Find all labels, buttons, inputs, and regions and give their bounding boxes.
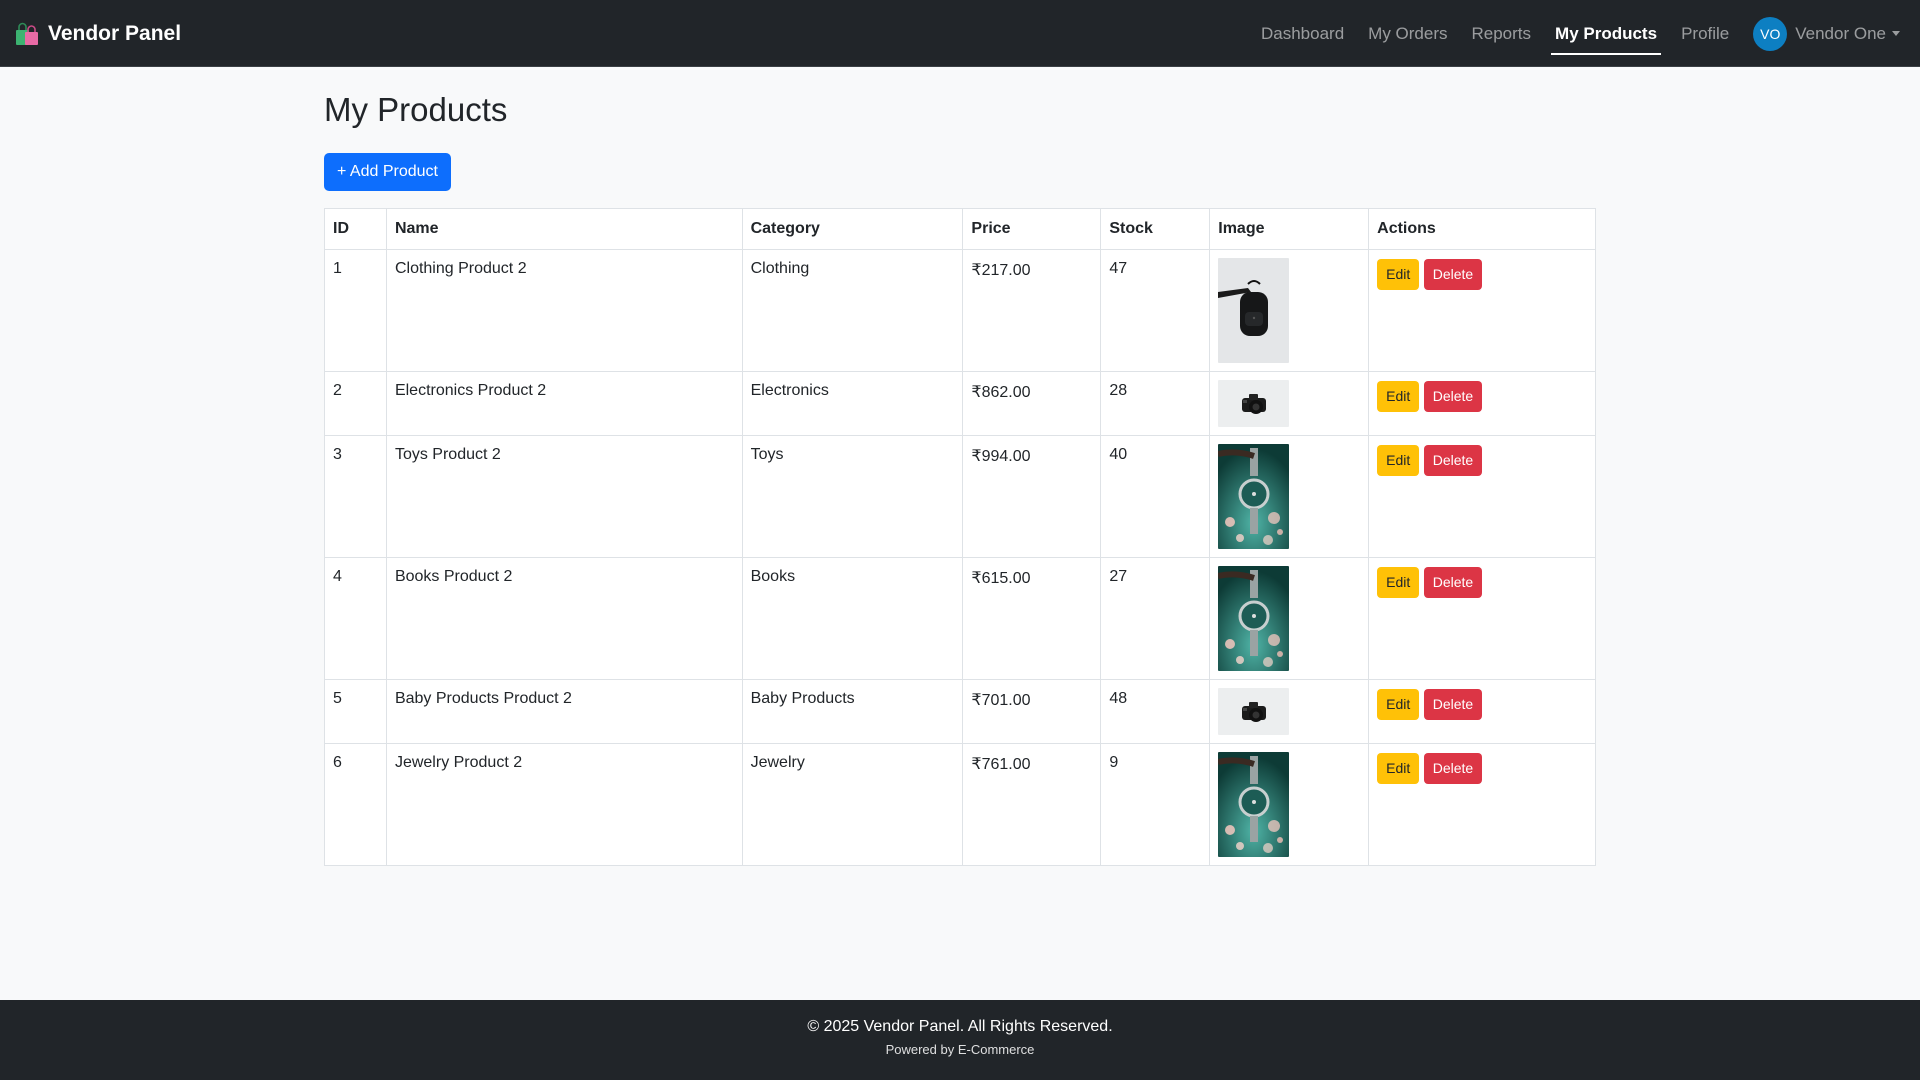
table-row: 4 Books Product 2 Books ₹615.00 27 Edit Dele… [324, 556, 1596, 680]
product-image-watch [1218, 751, 1290, 857]
table-header-row: ID Name Category Price Stock Image Actio… [324, 207, 1596, 250]
column-header-id: ID [324, 207, 387, 250]
table-row: 5 Baby Products Product 2 Baby Products ₹70… [324, 678, 1596, 744]
nav-link-dashboard[interactable]: Dashboard [1249, 0, 1356, 67]
table-row: 3 Toys Product 2 Toys ₹994.00 40 Edit Delete [324, 434, 1596, 558]
edit-button[interactable]: Edit [1377, 688, 1420, 720]
cell-category: Electronics [741, 370, 964, 436]
top-navbar: Vendor Panel Dashboard My Orders Reports… [0, 0, 1920, 67]
products-table-body: 1 Clothing Product 2 Clothing ₹217.00 47 Edi… [324, 248, 1596, 866]
edit-button[interactable]: Edit [1377, 258, 1420, 290]
column-header-actions: Actions [1368, 207, 1596, 250]
cell-stock: 48 [1100, 678, 1211, 744]
cell-price: ₹862.00 [962, 370, 1102, 436]
cell-id: 6 [324, 742, 387, 866]
cell-stock: 40 [1100, 434, 1211, 558]
product-image-watch [1218, 443, 1290, 549]
product-image-watch [1218, 565, 1290, 671]
cell-category: Baby Products [741, 678, 964, 744]
products-table: ID Name Category Price Stock Image Actio… [324, 207, 1596, 866]
cell-stock: 27 [1100, 556, 1211, 680]
nav-link-profile[interactable]: Profile [1669, 0, 1741, 67]
cell-stock: 28 [1100, 370, 1211, 436]
footer: © 2025 Vendor Panel. All Rights Reserved… [0, 1000, 1920, 1080]
cell-actions: Edit Delete [1368, 742, 1596, 866]
table-row: 2 Electronics Product 2 Electronics ₹862.00… [324, 370, 1596, 436]
cell-image [1209, 742, 1370, 866]
nav-link-reports[interactable]: Reports [1460, 0, 1544, 67]
edit-button[interactable]: Edit [1377, 752, 1420, 784]
cell-category: Clothing [741, 248, 964, 372]
page-title: My Products [324, 91, 508, 128]
delete-button[interactable]: Delete [1423, 688, 1483, 720]
cell-actions: Edit Delete [1368, 556, 1596, 680]
cell-actions: Edit Delete [1368, 370, 1596, 436]
cell-price: ₹761.00 [962, 742, 1102, 866]
cell-image [1209, 434, 1370, 558]
table-row: 6 Jewelry Product 2 Jewelry ₹761.00 9 Edit D… [324, 742, 1596, 866]
brand-link[interactable]: Vendor Panel [14, 0, 181, 67]
cell-stock: 9 [1100, 742, 1211, 866]
footer-copyright: © 2025 Vendor Panel. All Rights Reserved… [807, 1018, 1113, 1035]
cell-name: Books Product 2 [385, 556, 743, 680]
main-content: My Products + Add Product ID Name Catego… [324, 67, 1596, 866]
cell-id: 5 [324, 678, 387, 744]
cell-image [1209, 678, 1370, 744]
brand-title: Vendor Panel [48, 21, 182, 45]
cell-name: Baby Products Product 2 [385, 678, 743, 744]
product-image-camera [1218, 687, 1290, 735]
cell-id: 4 [324, 556, 387, 680]
user-name: Vendor One [1795, 23, 1886, 43]
nav-link-my-products[interactable]: My Products [1543, 0, 1669, 67]
cell-price: ₹217.00 [962, 248, 1102, 372]
column-header-image: Image [1209, 207, 1370, 250]
cell-id: 1 [324, 248, 387, 372]
cell-name: Electronics Product 2 [385, 370, 743, 436]
cell-actions: Edit Delete [1368, 678, 1596, 744]
footer-powered-by: Powered by E-Commerce [885, 1042, 1035, 1057]
caret-down-icon [1892, 31, 1900, 36]
avatar: VO [1753, 16, 1788, 51]
cell-name: Clothing Product 2 [385, 248, 743, 372]
nav-link-my-orders[interactable]: My Orders [1356, 0, 1459, 67]
cell-category: Jewelry [741, 742, 964, 866]
cell-price: ₹994.00 [962, 434, 1102, 558]
delete-button[interactable]: Delete [1423, 258, 1483, 290]
cell-stock: 47 [1100, 248, 1211, 372]
add-product-button[interactable]: + Add Product [324, 152, 451, 191]
cell-id: 2 [324, 370, 387, 436]
shopping-bags-icon [16, 22, 38, 45]
delete-button[interactable]: Delete [1423, 752, 1483, 784]
user-menu-toggle[interactable]: VO Vendor One [1741, 0, 1920, 67]
column-header-stock: Stock [1100, 207, 1211, 250]
edit-button[interactable]: Edit [1377, 380, 1420, 412]
nav-links: Dashboard My Orders Reports My Products … [1249, 0, 1920, 67]
product-image-backpack [1218, 257, 1290, 363]
edit-button[interactable]: Edit [1377, 566, 1420, 598]
table-row: 1 Clothing Product 2 Clothing ₹217.00 47 Edi… [324, 248, 1596, 372]
column-header-name: Name [385, 207, 743, 250]
cell-id: 3 [324, 434, 387, 558]
cell-image [1209, 370, 1370, 436]
cell-price: ₹615.00 [962, 556, 1102, 680]
cell-image [1209, 556, 1370, 680]
cell-actions: Edit Delete [1368, 434, 1596, 558]
edit-button[interactable]: Edit [1377, 444, 1420, 476]
column-header-price: Price [962, 207, 1102, 250]
cell-price: ₹701.00 [962, 678, 1102, 744]
delete-button[interactable]: Delete [1423, 444, 1483, 476]
cell-name: Toys Product 2 [385, 434, 743, 558]
cell-actions: Edit Delete [1368, 248, 1596, 372]
delete-button[interactable]: Delete [1423, 380, 1483, 412]
cell-image [1209, 248, 1370, 372]
column-header-category: Category [741, 207, 964, 250]
delete-button[interactable]: Delete [1423, 566, 1483, 598]
product-image-camera [1218, 379, 1290, 427]
cell-category: Books [741, 556, 964, 680]
cell-name: Jewelry Product 2 [385, 742, 743, 866]
cell-category: Toys [741, 434, 964, 558]
